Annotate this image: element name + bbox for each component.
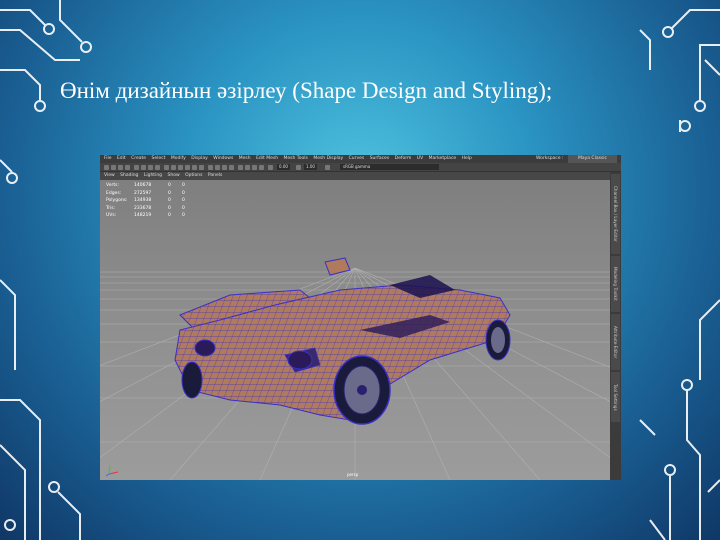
menu-curves[interactable]: Curves xyxy=(349,156,365,161)
hud-selected: 0 xyxy=(168,190,171,196)
exposure-field[interactable]: 0.00 xyxy=(277,164,290,170)
wireframe-icon[interactable] xyxy=(164,164,169,170)
menu-display[interactable]: Display xyxy=(191,156,208,161)
hud-value: 134938 xyxy=(134,198,152,203)
gate-mask-icon[interactable] xyxy=(155,164,160,170)
workspace-area: Workspace : Maya Classic xyxy=(532,155,617,163)
maya-window: File Edit Create Select Modify Display W… xyxy=(100,155,621,480)
panel-menu-show[interactable]: Show xyxy=(167,173,179,178)
wireframe-on-shaded-icon[interactable] xyxy=(178,164,183,170)
panel-menu-panels[interactable]: Panels xyxy=(208,173,222,178)
gamma-field[interactable]: 1.00 xyxy=(304,164,317,170)
grid-icon[interactable] xyxy=(134,164,139,170)
camera-name-label: persp xyxy=(347,472,359,477)
hud-selected: 0 xyxy=(168,183,171,188)
hud-component: 0 xyxy=(182,213,185,218)
depth-of-field-icon[interactable] xyxy=(229,164,234,170)
hud-label: Edges: xyxy=(106,190,122,196)
resolution-gate-icon[interactable] xyxy=(148,164,153,170)
panel-menu-view[interactable]: View xyxy=(104,173,115,178)
main-menubar: File Edit Create Select Modify Display W… xyxy=(100,155,621,163)
hud-label: Tris: xyxy=(106,205,116,211)
hud-label: UVs: xyxy=(106,213,117,218)
bookmark-icon[interactable] xyxy=(118,164,123,170)
hud-row: Tris: 233678 0 0 xyxy=(106,205,196,213)
hud-row: UVs: 148219 0 0 xyxy=(106,212,196,220)
film-gate-icon[interactable] xyxy=(141,164,146,170)
menu-marketplace[interactable]: Marketplace xyxy=(429,156,457,161)
viewport-toolbar: 0.00 1.00 sRGB gamma xyxy=(100,163,621,172)
workspace-label: Workspace : xyxy=(535,156,564,161)
exposure-icon[interactable] xyxy=(268,164,273,170)
image-plane-icon[interactable] xyxy=(125,164,130,170)
xray-joints-icon[interactable] xyxy=(252,164,257,170)
hud-row: Verts: 140678 0 0 xyxy=(106,182,196,190)
menu-edit[interactable]: Edit xyxy=(117,156,126,161)
car-wireframe-model xyxy=(174,257,511,425)
hud-row: Polygons: 134938 0 0 xyxy=(106,197,196,205)
menu-mesh-tools[interactable]: Mesh Tools xyxy=(284,156,308,161)
menu-create[interactable]: Create xyxy=(131,156,146,161)
menu-surfaces[interactable]: Surfaces xyxy=(370,156,390,161)
menu-edit-mesh[interactable]: Edit Mesh xyxy=(256,156,278,161)
hud-label: Verts: xyxy=(106,183,119,188)
textured-icon[interactable] xyxy=(185,164,190,170)
workspace-dropdown[interactable]: Maya Classic xyxy=(567,155,617,163)
tab-tool-settings[interactable]: Tool Settings xyxy=(611,372,620,422)
poly-count-hud: Verts: 140678 0 0 Edges: 272597 0 0 Polygons: 1… xyxy=(106,182,196,220)
menu-select[interactable]: Select xyxy=(152,156,166,161)
tab-channel-box[interactable]: Channel Box / Layer Editor xyxy=(611,174,620,254)
hud-component: 0 xyxy=(182,183,185,188)
hud-value: 272597 xyxy=(134,190,152,196)
hud-selected: 0 xyxy=(168,205,171,211)
hud-component: 0 xyxy=(182,205,185,211)
hud-selected: 0 xyxy=(168,198,171,203)
xray-icon[interactable] xyxy=(245,164,250,170)
hud-value: 233678 xyxy=(134,205,152,211)
side-tab-bar: Channel Box / Layer Editor Modeling Tool… xyxy=(610,172,621,480)
isolate-select-icon[interactable] xyxy=(238,164,243,170)
rear-left-wheel xyxy=(181,361,203,399)
xray-components-icon[interactable] xyxy=(259,164,264,170)
gamma-icon[interactable] xyxy=(296,164,301,170)
multisample-aa-icon[interactable] xyxy=(222,164,227,170)
rear-right-wheel xyxy=(333,355,391,425)
menu-file[interactable]: File xyxy=(104,156,112,161)
screen-space-ao-icon[interactable] xyxy=(208,164,213,170)
menu-mesh[interactable]: Mesh xyxy=(239,156,251,161)
menu-modify[interactable]: Modify xyxy=(171,156,186,161)
axis-gizmo-icon xyxy=(106,464,119,477)
hud-row: Edges: 272597 0 0 xyxy=(106,190,196,198)
hud-selected: 0 xyxy=(168,213,171,218)
lights-icon[interactable] xyxy=(192,164,197,170)
motion-blur-icon[interactable] xyxy=(215,164,220,170)
menu-deform[interactable]: Deform xyxy=(395,156,412,161)
camera-attributes-icon[interactable] xyxy=(111,164,116,170)
slide-title: Өнім дизайнын әзірлеу (Shape Design and … xyxy=(60,78,553,103)
panel-menu-shading[interactable]: Shading xyxy=(120,173,138,178)
panel-menubar: View Shading Lighting Show Options Panel… xyxy=(100,172,610,180)
hud-value: 140678 xyxy=(134,183,152,188)
menu-uv[interactable]: UV xyxy=(417,156,423,161)
view-transform-dropdown[interactable]: sRGB gamma xyxy=(340,164,439,170)
panel-menu-options[interactable]: Options xyxy=(185,173,202,178)
hud-value: 148219 xyxy=(134,213,152,218)
shadows-icon[interactable] xyxy=(199,164,204,170)
3d-viewport[interactable]: Verts: 140678 0 0 Edges: 272597 0 0 Polygons: 1… xyxy=(100,180,610,480)
hud-component: 0 xyxy=(182,190,185,196)
color-management-icon[interactable] xyxy=(325,164,330,170)
tab-modeling-toolkit[interactable]: Modeling Toolkit xyxy=(611,256,620,312)
front-right-wheel xyxy=(485,319,511,361)
menu-windows[interactable]: Windows xyxy=(213,156,233,161)
hud-component: 0 xyxy=(182,198,185,203)
select-camera-icon[interactable] xyxy=(104,164,109,170)
hud-label: Polygons: xyxy=(106,198,128,203)
tab-attribute-editor[interactable]: Attribute Editor xyxy=(611,314,620,370)
menu-mesh-display[interactable]: Mesh Display xyxy=(313,156,343,161)
smooth-shade-icon[interactable] xyxy=(171,164,176,170)
panel-menu-lighting[interactable]: Lighting xyxy=(144,173,162,178)
menu-help[interactable]: Help xyxy=(462,156,472,161)
